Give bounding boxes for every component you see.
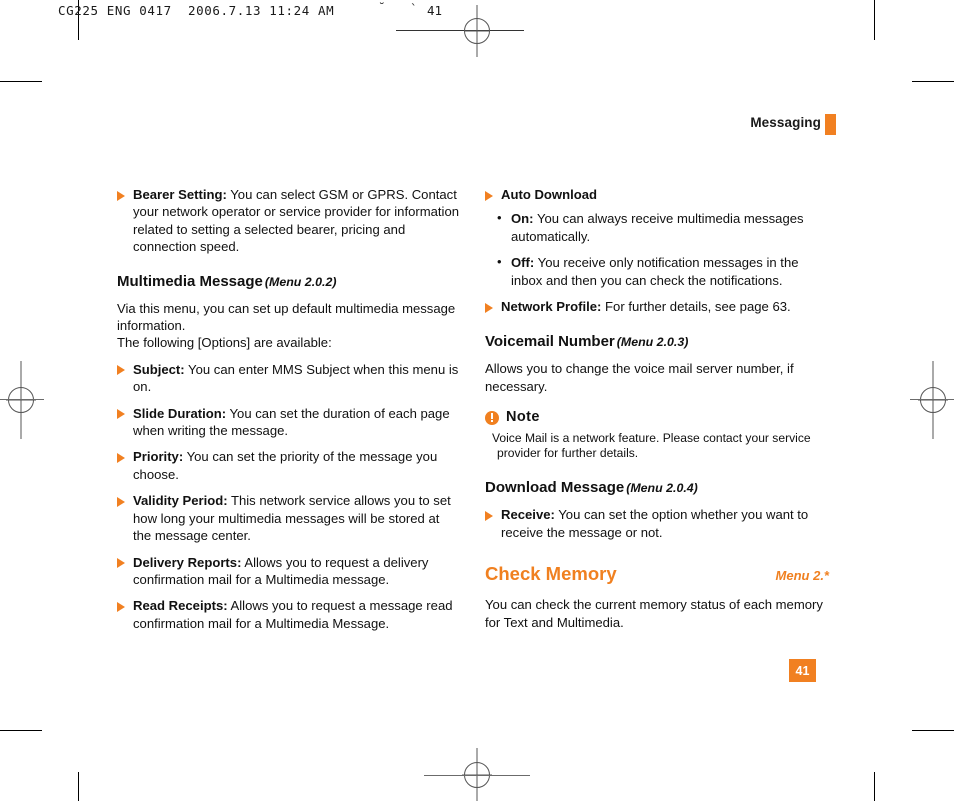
manual-page: Messaging Bearer Setting: You can select… bbox=[0, 0, 954, 801]
bullet-bearer-setting: Bearer Setting: You can select GSM or GP… bbox=[117, 186, 461, 256]
heading-menu-ref: (Menu 2.0.4) bbox=[626, 481, 698, 496]
left-column: Bearer Setting: You can select GSM or GP… bbox=[117, 186, 461, 641]
heading-multimedia-message: Multimedia Message (Menu 2.0.2) bbox=[117, 272, 461, 292]
note-line-2: provider for further details. bbox=[497, 446, 639, 461]
voicemail-body: Allows you to change the voice mail serv… bbox=[485, 361, 794, 394]
running-head-accent-bar bbox=[825, 114, 836, 135]
bullet-term: Bearer Setting: bbox=[133, 187, 227, 202]
heading-text: Check Memory bbox=[485, 563, 617, 585]
sub-bullet-off: Off: You receive only notification messa… bbox=[485, 253, 829, 289]
bullet-slide-duration: Slide Duration: You can set the duration… bbox=[117, 405, 461, 440]
note-box: Note Voice Mail is a network feature. Pl… bbox=[485, 409, 829, 461]
bullet-term: Slide Duration: bbox=[133, 405, 227, 421]
bullet-network-profile: Network Profile: For further details, se… bbox=[485, 298, 829, 315]
heading-download-message: Download Message (Menu 2.0.4) bbox=[485, 478, 829, 498]
bullet-text: For further details, see page 63. bbox=[601, 299, 791, 315]
running-head-title: Messaging bbox=[750, 115, 821, 130]
heading-text: Voicemail Number bbox=[485, 333, 615, 351]
bullet-delivery-reports: Delivery Reports: Allows you to request … bbox=[117, 554, 461, 589]
heading-text: Download Message bbox=[485, 479, 625, 497]
note-body: Voice Mail is a network feature. Please … bbox=[485, 431, 829, 462]
sub-bullet-term: On: bbox=[511, 211, 534, 227]
bullet-term: Subject: bbox=[133, 361, 185, 377]
note-title: Note bbox=[506, 409, 540, 426]
bullet-term: Priority: bbox=[133, 449, 184, 465]
bullet-term: Auto Download bbox=[501, 187, 598, 202]
page-number-badge: 41 bbox=[789, 659, 816, 682]
bullet-term: Validity Period: bbox=[133, 493, 228, 509]
bullet-priority: Priority: You can set the priority of th… bbox=[117, 448, 461, 483]
note-line-1: Voice Mail is a network feature. Please … bbox=[492, 430, 811, 445]
sub-bullet-text: You can always receive multimedia messag… bbox=[511, 211, 804, 244]
intro-line-1: Via this menu, you can set up default mu… bbox=[117, 300, 456, 334]
bullet-read-receipts: Read Receipts: Allows you to request a m… bbox=[117, 597, 461, 632]
bullet-term: Read Receipts: bbox=[133, 598, 228, 614]
bullet-term: Receive: bbox=[501, 507, 555, 523]
bullet-term: Network Profile: bbox=[501, 299, 602, 315]
heading-menu-ref: Menu 2.* bbox=[775, 568, 829, 584]
heading-voicemail-number: Voicemail Number (Menu 2.0.3) bbox=[485, 332, 829, 352]
bullet-receive: Receive: You can set the option whether … bbox=[485, 506, 829, 541]
info-exclamation-icon bbox=[485, 410, 499, 425]
check-memory-body: You can check the current memory status … bbox=[485, 597, 823, 630]
sub-bullet-text: You receive only notification messages i… bbox=[511, 255, 799, 288]
bullet-term: Delivery Reports: bbox=[133, 554, 242, 570]
heading-check-memory: Check Memory Menu 2.* bbox=[485, 563, 829, 587]
heading-text: Multimedia Message bbox=[117, 272, 263, 290]
intro-line-2: The following [Options] are available: bbox=[117, 335, 332, 351]
right-column: Auto Download On: You can always receive… bbox=[485, 186, 829, 640]
bullet-auto-download: Auto Download bbox=[485, 186, 829, 203]
sub-bullet-term: Off: bbox=[511, 255, 535, 271]
bullet-validity-period: Validity Period: This network service al… bbox=[117, 492, 461, 544]
bullet-subject: Subject: You can enter MMS Subject when … bbox=[117, 361, 461, 396]
note-header: Note bbox=[485, 409, 829, 426]
sub-bullet-on: On: You can always receive multimedia me… bbox=[485, 209, 829, 245]
heading-menu-ref: (Menu 2.0.3) bbox=[616, 335, 689, 350]
heading-menu-ref: (Menu 2.0.2) bbox=[264, 274, 337, 289]
